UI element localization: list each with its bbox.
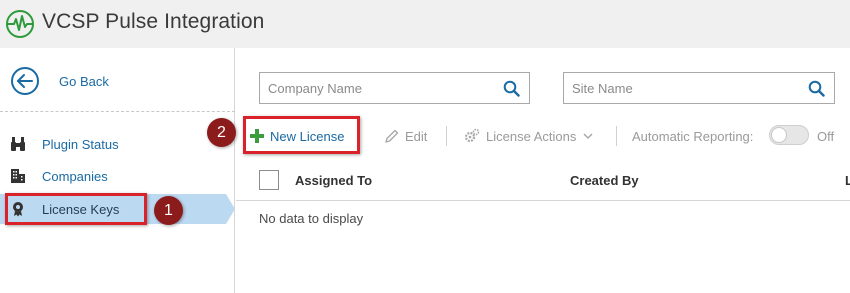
site-search-field[interactable] xyxy=(563,72,835,104)
toolbar-separator xyxy=(616,126,617,146)
sidebar-item-label: Plugin Status xyxy=(42,136,119,152)
sidebar-item-label: License Keys xyxy=(42,201,120,217)
empty-grid-message: No data to display xyxy=(259,211,364,226)
automatic-reporting-label: Automatic Reporting: xyxy=(632,128,754,144)
step-badge-1: 1 xyxy=(154,196,183,225)
edit-button[interactable]: Edit xyxy=(384,120,427,152)
grid-header: Assigned To Created By L xyxy=(236,160,850,201)
select-all-checkbox[interactable] xyxy=(259,170,279,190)
new-license-button[interactable]: New License xyxy=(250,120,344,152)
go-back-label: Go Back xyxy=(59,73,109,89)
chevron-down-icon xyxy=(583,133,593,140)
search-icon[interactable] xyxy=(808,80,825,97)
company-search-field[interactable] xyxy=(259,72,530,104)
license-actions-label: License Actions xyxy=(486,128,577,144)
go-back-link[interactable]: Go Back xyxy=(10,66,109,96)
active-item-pointer xyxy=(226,194,235,224)
site-name-input[interactable] xyxy=(572,73,802,103)
sidebar-item-license-keys[interactable]: License Keys xyxy=(0,194,226,224)
toolbar-separator xyxy=(446,126,447,146)
app-title: VCSP Pulse Integration xyxy=(42,10,265,33)
toggle-knob xyxy=(771,127,787,143)
edit-label: Edit xyxy=(405,128,428,144)
sidebar-item-label: Companies xyxy=(42,168,108,184)
plus-icon xyxy=(250,129,264,143)
sidebar-item-companies[interactable]: Companies xyxy=(0,161,235,191)
step-badge-2: 2 xyxy=(207,118,236,147)
column-header-created-by[interactable]: Created By xyxy=(570,173,639,188)
sidebar: Go Back Plugin Status Companies License … xyxy=(0,48,235,293)
pulse-logo-icon xyxy=(6,10,34,38)
column-header-truncated[interactable]: L xyxy=(845,173,850,188)
sidebar-divider xyxy=(0,111,235,112)
sidebar-item-plugin-status[interactable]: Plugin Status xyxy=(0,129,235,159)
binoculars-icon xyxy=(11,137,25,151)
building-icon xyxy=(11,169,25,183)
automatic-reporting-label-wrap: Automatic Reporting: xyxy=(627,120,753,152)
arrow-left-circle-icon xyxy=(11,67,39,95)
automatic-reporting-toggle[interactable] xyxy=(769,125,809,145)
toolbar: New License Edit License Actions Automat… xyxy=(236,120,850,152)
new-license-label: New License xyxy=(270,128,345,144)
license-actions-dropdown[interactable]: License Actions xyxy=(464,120,594,152)
company-name-input[interactable] xyxy=(268,73,498,103)
main-content: New License Edit License Actions xyxy=(236,48,850,293)
license-badge-icon xyxy=(13,202,23,217)
column-header-assigned-to[interactable]: Assigned To xyxy=(295,173,372,188)
search-icon[interactable] xyxy=(503,80,520,97)
app-header: VCSP Pulse Integration xyxy=(0,0,850,48)
app-window: VCSP Pulse Integration Go Back Plugin St… xyxy=(0,0,850,293)
gears-icon xyxy=(464,128,480,143)
toggle-state-text: Off xyxy=(817,129,835,144)
pencil-icon xyxy=(385,129,399,143)
